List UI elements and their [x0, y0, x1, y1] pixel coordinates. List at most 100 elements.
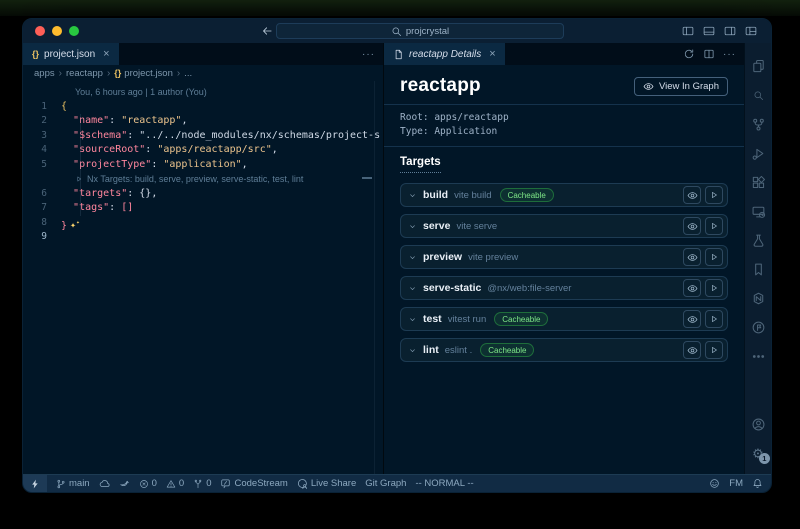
run-target-button[interactable] [705, 248, 723, 266]
zoom-window-button[interactable] [69, 26, 79, 36]
run-debug-icon[interactable] [745, 139, 771, 168]
line-number: 1 [23, 100, 61, 115]
code-line[interactable]: 1{ [23, 100, 383, 115]
run-target-button[interactable] [705, 341, 723, 359]
breadcrumb-item[interactable]: apps [34, 68, 55, 79]
breadcrumb-item[interactable]: {}project.json [114, 68, 173, 79]
launch-icon [119, 478, 130, 489]
code-line[interactable]: 6 "targets": {}, [23, 187, 383, 202]
scrollbar-thumb[interactable] [362, 177, 372, 179]
line-number: 7 [23, 201, 61, 216]
target-row-test[interactable]: testvitest runCacheable [400, 307, 728, 331]
tab-project-json[interactable]: {} project.json × [23, 43, 119, 65]
view-target-button[interactable] [683, 217, 701, 235]
layout-controls [682, 25, 757, 37]
code-line[interactable]: 7 "tags": [] [23, 201, 383, 216]
bookmarks-icon[interactable] [745, 255, 771, 284]
explorer-icon[interactable] [745, 52, 771, 81]
git-graph-item[interactable]: Git Graph [365, 478, 406, 489]
chevron-down-icon[interactable] [408, 222, 417, 231]
run-target-button[interactable] [705, 279, 723, 297]
chevron-down-icon[interactable] [408, 253, 417, 262]
split-editor-icon[interactable] [703, 48, 715, 60]
more-actions-icon[interactable]: ··· [362, 49, 375, 60]
account-icon[interactable] [745, 410, 771, 439]
search-icon[interactable] [745, 81, 771, 110]
vim-mode-indicator[interactable]: -- NORMAL -- [415, 478, 473, 489]
scrollbar-track[interactable] [374, 81, 375, 474]
codestream-item[interactable]: CodeStream [220, 478, 287, 489]
eye-icon [687, 314, 698, 325]
target-row-serve[interactable]: servevite serve [400, 214, 728, 238]
code-line[interactable]: 5 "projectType": "application", [23, 158, 383, 173]
target-row-lint[interactable]: linteslint .Cacheable [400, 338, 728, 362]
layout-panel-icon[interactable] [703, 25, 715, 37]
sync-item[interactable] [99, 478, 110, 489]
notifications-bell-item[interactable] [752, 478, 763, 489]
code-editor[interactable]: You, 6 hours ago | 1 author (You)1{2 "na… [23, 81, 383, 474]
run-target-button[interactable] [705, 310, 723, 328]
code-line[interactable]: 3 "$schema": "../../node_modules/nx/sche… [23, 129, 383, 144]
layout-customize-icon[interactable] [745, 25, 757, 37]
tab-reactapp-details[interactable]: reactapp Details × [384, 43, 505, 65]
view-in-graph-button[interactable]: View In Graph [634, 77, 728, 96]
source-control-icon[interactable] [745, 110, 771, 139]
extensions-icon[interactable] [745, 168, 771, 197]
test-beaker-icon[interactable] [745, 226, 771, 255]
project-root: Root: apps/reactapp [400, 111, 728, 125]
command-center-search[interactable]: projcrystal [276, 23, 564, 39]
target-row-serve-static[interactable]: serve-static@nx/web:file-server [400, 276, 728, 300]
chevron-down-icon[interactable] [408, 346, 417, 355]
view-target-button[interactable] [683, 310, 701, 328]
line-number: 8 [23, 216, 61, 231]
view-target-button[interactable] [683, 279, 701, 297]
git-branch-item[interactable]: main [56, 478, 90, 489]
minimize-window-button[interactable] [52, 26, 62, 36]
nx-console-icon[interactable] [745, 284, 771, 313]
eye-icon [687, 345, 698, 356]
layout-sidebar-right-icon[interactable] [724, 25, 736, 37]
more-actions-icon[interactable]: ··· [723, 49, 736, 60]
close-window-button[interactable] [35, 26, 45, 36]
code-line[interactable]: 9 [23, 230, 383, 245]
view-target-button[interactable] [683, 248, 701, 266]
run-target-button[interactable] [705, 186, 723, 204]
code-line[interactable]: 4 "sourceRoot": "apps/reactapp/src", [23, 143, 383, 158]
fm-indicator[interactable]: FM [729, 478, 743, 489]
eye-icon [687, 283, 698, 294]
remote-explorer-icon[interactable] [745, 197, 771, 226]
codelens[interactable]: You, 6 hours ago | 1 author (You) [23, 85, 383, 100]
target-command: vite serve [456, 221, 497, 232]
target-row-build[interactable]: buildvite buildCacheable [400, 183, 728, 207]
more-views-icon[interactable] [745, 342, 771, 371]
code-line[interactable]: 2 "name": "reactapp", [23, 114, 383, 129]
chevron-down-icon[interactable] [408, 191, 417, 200]
settings-gear-icon[interactable]: ⚙1 [745, 439, 771, 468]
chevron-down-icon[interactable] [408, 284, 417, 293]
refresh-icon[interactable] [683, 48, 695, 60]
layout-sidebar-left-icon[interactable] [682, 25, 694, 37]
target-row-preview[interactable]: previewvite preview [400, 245, 728, 269]
chevron-down-icon[interactable] [408, 315, 417, 324]
view-target-button[interactable] [683, 341, 701, 359]
feedback-smiley-item[interactable] [709, 478, 720, 489]
remote-indicator[interactable] [23, 475, 47, 493]
codelens[interactable]: Nx Targets: build, serve, preview, serve… [23, 172, 383, 187]
warnings-item[interactable]: 0 [166, 478, 184, 489]
target-name: serve-static [423, 282, 481, 294]
fork-item[interactable]: 0 [193, 478, 211, 489]
breadcrumb-item[interactable]: ... [184, 68, 192, 79]
code-line[interactable]: 8}✦✦ [23, 216, 383, 231]
breadcrumb-item[interactable]: reactapp [66, 68, 103, 79]
navigate-back-icon[interactable] [261, 25, 273, 37]
launch-item[interactable] [119, 478, 130, 489]
view-target-button[interactable] [683, 186, 701, 204]
close-tab-icon[interactable]: × [489, 48, 495, 60]
close-tab-icon[interactable]: × [103, 48, 109, 60]
lens-play-icon [75, 175, 83, 183]
line-number: 5 [23, 158, 61, 173]
timeline-icon[interactable] [745, 313, 771, 342]
live-share-item[interactable]: Live Share [297, 478, 356, 489]
errors-item[interactable]: 0 [139, 478, 157, 489]
run-target-button[interactable] [705, 217, 723, 235]
